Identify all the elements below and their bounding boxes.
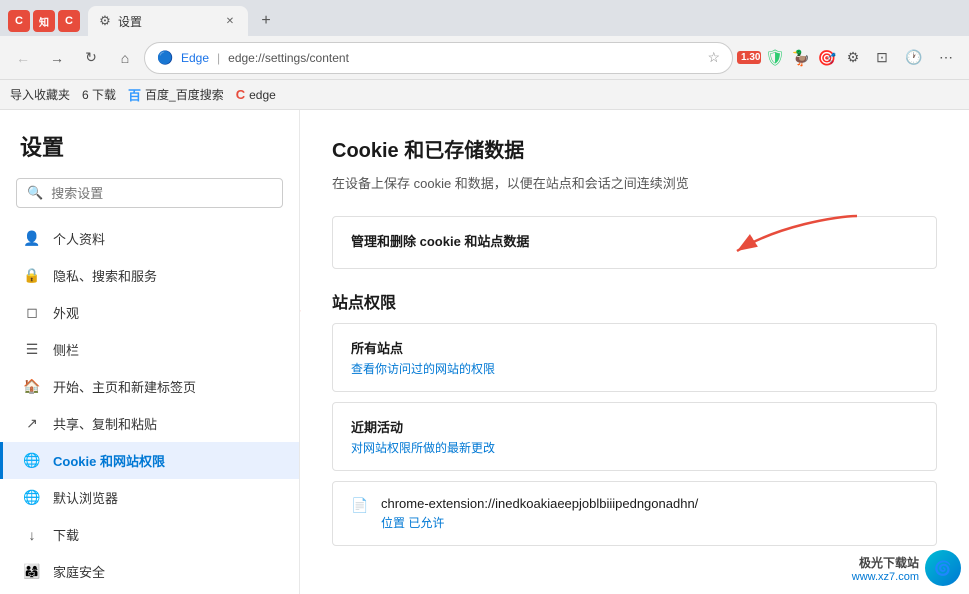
family-icon: 👨‍👩‍👧 xyxy=(23,563,41,580)
sidebar: 设置 🔍 👤 个人资料 🔒 隐私、搜索和服务 ◻ 外观 ☰ 侧栏 🏠 开始、主页… xyxy=(0,110,300,594)
toolbar-right: 1.30 🛡 🦆 🎯 ⚙ ⊡ 🕐 ⋯ xyxy=(737,43,961,73)
sidebar-item-language[interactable]: A 语言 xyxy=(0,590,299,594)
sidebar-item-appearance-label: 外观 xyxy=(53,303,79,322)
split-view-icon[interactable]: ⊡ xyxy=(867,43,897,73)
shield-icon[interactable]: 🛡 xyxy=(763,46,787,70)
counter-badge-container[interactable]: 1.30 xyxy=(737,46,761,70)
watermark-text-block: 极光下载站 www.xz7.com xyxy=(852,554,919,583)
address-favicon: 🔵 xyxy=(157,50,173,66)
all-sites-card[interactable]: 所有站点 查看你访问过的网站的权限 xyxy=(332,323,937,392)
bookmark-download-label: 6 下载 xyxy=(82,86,116,103)
tab-icon-1[interactable]: C xyxy=(8,10,30,32)
extension-url: chrome-extension://inedkoakiaeepjoblbiii… xyxy=(381,496,918,511)
sidebar-item-family[interactable]: 👨‍👩‍👧 家庭安全 xyxy=(0,553,299,590)
bookmark-import[interactable]: 导入收藏夹 xyxy=(10,86,70,103)
address-site-name: Edge xyxy=(181,51,209,65)
lock-icon: 🔒 xyxy=(23,267,41,284)
sidebar-item-cookies[interactable]: 🌐 Cookie 和网站权限 xyxy=(0,442,299,479)
sidebar-item-default[interactable]: 🌐 默认浏览器 xyxy=(0,479,299,516)
bookmark-import-label: 导入收藏夹 xyxy=(10,86,70,103)
default-browser-icon: 🌐 xyxy=(23,489,41,506)
search-icon: 🔍 xyxy=(27,185,43,201)
manage-cookies-card[interactable]: 管理和删除 cookie 和站点数据 xyxy=(332,216,937,269)
settings-icon[interactable]: ⚙ xyxy=(841,46,865,70)
sidebar-item-default-label: 默认浏览器 xyxy=(53,488,118,507)
sidebar-item-appearance[interactable]: ◻ 外观 xyxy=(0,294,299,331)
sidebar-item-privacy-label: 隐私、搜索和服务 xyxy=(53,266,157,285)
sidebar-item-profile-label: 个人资料 xyxy=(53,229,105,248)
share-icon: ↗ xyxy=(23,415,41,432)
extension-item[interactable]: 📄 chrome-extension://inedkoakiaeepjoblbi… xyxy=(332,481,937,546)
appearance-icon: ◻ xyxy=(23,304,41,321)
tab-bar: C 知 C ⚙ 设置 ✕ + xyxy=(0,0,969,36)
download-icon: ↓ xyxy=(23,527,41,543)
sidebar-item-download[interactable]: ↓ 下载 xyxy=(0,516,299,553)
address-bar[interactable]: 🔵 Edge | edge://settings/content ☆ xyxy=(144,42,733,74)
section-title-permissions: 站点权限 xyxy=(332,289,937,313)
startup-icon: 🏠 xyxy=(23,378,41,395)
history-icon[interactable]: 🕐 xyxy=(899,43,929,73)
sidebar-item-share[interactable]: ↗ 共享、复制和粘贴 xyxy=(0,405,299,442)
bookmark-download[interactable]: 6 下载 xyxy=(82,86,116,103)
content-area: Cookie 和已存储数据 在设备上保存 cookie 和数据，以便在站点和会话… xyxy=(300,110,969,594)
address-separator: | xyxy=(217,51,220,65)
manage-cookies-title: 管理和删除 cookie 和站点数据 xyxy=(351,231,918,250)
home-button[interactable]: ⌂ xyxy=(110,43,140,73)
search-input[interactable] xyxy=(51,186,272,201)
sidebar-item-cookies-label: Cookie 和网站权限 xyxy=(53,451,165,470)
sidebar-title: 设置 xyxy=(0,130,299,178)
sidebar-item-family-label: 家庭安全 xyxy=(53,562,105,581)
all-sites-desc: 查看你访问过的网站的权限 xyxy=(351,360,918,377)
recent-activity-card[interactable]: 近期活动 对网站权限所做的最新更改 xyxy=(332,402,937,471)
sidebar-item-privacy[interactable]: 🔒 隐私、搜索和服务 xyxy=(0,257,299,294)
sidebar-item-download-label: 下载 xyxy=(53,525,79,544)
watermark-logo: 🌀 xyxy=(925,550,961,586)
all-sites-title: 所有站点 xyxy=(351,338,918,357)
bookmark-baidu[interactable]: 百 百度_百度搜索 xyxy=(128,85,224,104)
browser-chrome: C 知 C ⚙ 设置 ✕ + ← → ↻ ⌂ 🔵 Edge | edge://s… xyxy=(0,0,969,110)
sidebar-icon: ☰ xyxy=(23,341,41,358)
tab-icon-2[interactable]: 知 xyxy=(33,10,55,32)
tab-icon-3[interactable]: C xyxy=(58,10,80,32)
profile-icon: 👤 xyxy=(23,230,41,247)
tab-favicon-settings: ⚙ xyxy=(98,14,112,28)
tab-title-settings: 设置 xyxy=(118,13,216,30)
bookmarks-bar: 导入收藏夹 6 下载 百 百度_百度搜索 C edge xyxy=(0,80,969,110)
search-box[interactable]: 🔍 xyxy=(16,178,283,208)
sidebar-item-sidebar[interactable]: ☰ 侧栏 xyxy=(0,331,299,368)
bookmark-edge[interactable]: C edge xyxy=(236,87,276,102)
main-layout: 设置 🔍 👤 个人资料 🔒 隐私、搜索和服务 ◻ 外观 ☰ 侧栏 🏠 开始、主页… xyxy=(0,110,969,594)
back-button[interactable]: ← xyxy=(8,43,38,73)
sidebar-item-sidebar-label: 侧栏 xyxy=(53,340,79,359)
menu-icon[interactable]: ⋯ xyxy=(931,43,961,73)
target-icon[interactable]: 🎯 xyxy=(815,46,839,70)
page-title: Cookie 和已存储数据 xyxy=(332,134,937,163)
sidebar-item-share-label: 共享、复制和粘贴 xyxy=(53,414,157,433)
sidebar-item-profile[interactable]: 👤 个人资料 xyxy=(0,220,299,257)
extension-info: chrome-extension://inedkoakiaeepjoblbiii… xyxy=(381,496,918,531)
cookies-icon: 🌐 xyxy=(23,452,41,469)
counter-badge: 1.30 xyxy=(737,51,761,64)
refresh-button[interactable]: ↻ xyxy=(76,43,106,73)
sidebar-item-startup[interactable]: 🏠 开始、主页和新建标签页 xyxy=(0,368,299,405)
forward-button[interactable]: → xyxy=(42,43,72,73)
toolbar: ← → ↻ ⌂ 🔵 Edge | edge://settings/content… xyxy=(0,36,969,80)
recent-activity-title: 近期活动 xyxy=(351,417,918,436)
manage-card-wrapper: 管理和删除 cookie 和站点数据 xyxy=(332,216,937,269)
extension-status: 位置 已允许 xyxy=(381,514,918,531)
page-description: 在设备上保存 cookie 和数据，以便在站点和会话之间连续浏览 xyxy=(332,173,937,192)
bookmark-edge-label: edge xyxy=(249,88,276,102)
sidebar-item-startup-label: 开始、主页和新建标签页 xyxy=(53,377,196,396)
duck-icon[interactable]: 🦆 xyxy=(789,46,813,70)
address-url: edge://settings/content xyxy=(228,51,699,65)
bookmark-baidu-label: 百度_百度搜索 xyxy=(145,86,224,103)
tab-close-settings[interactable]: ✕ xyxy=(222,13,238,29)
tab-new-button[interactable]: + xyxy=(252,7,280,35)
watermark: 极光下载站 www.xz7.com 🌀 xyxy=(852,550,961,586)
tab-settings[interactable]: ⚙ 设置 ✕ xyxy=(88,6,248,36)
address-star-icon[interactable]: ☆ xyxy=(707,49,720,66)
recent-activity-desc: 对网站权限所做的最新更改 xyxy=(351,439,918,456)
tab-icon-group: C 知 C xyxy=(8,10,80,32)
extension-file-icon: 📄 xyxy=(351,497,371,517)
